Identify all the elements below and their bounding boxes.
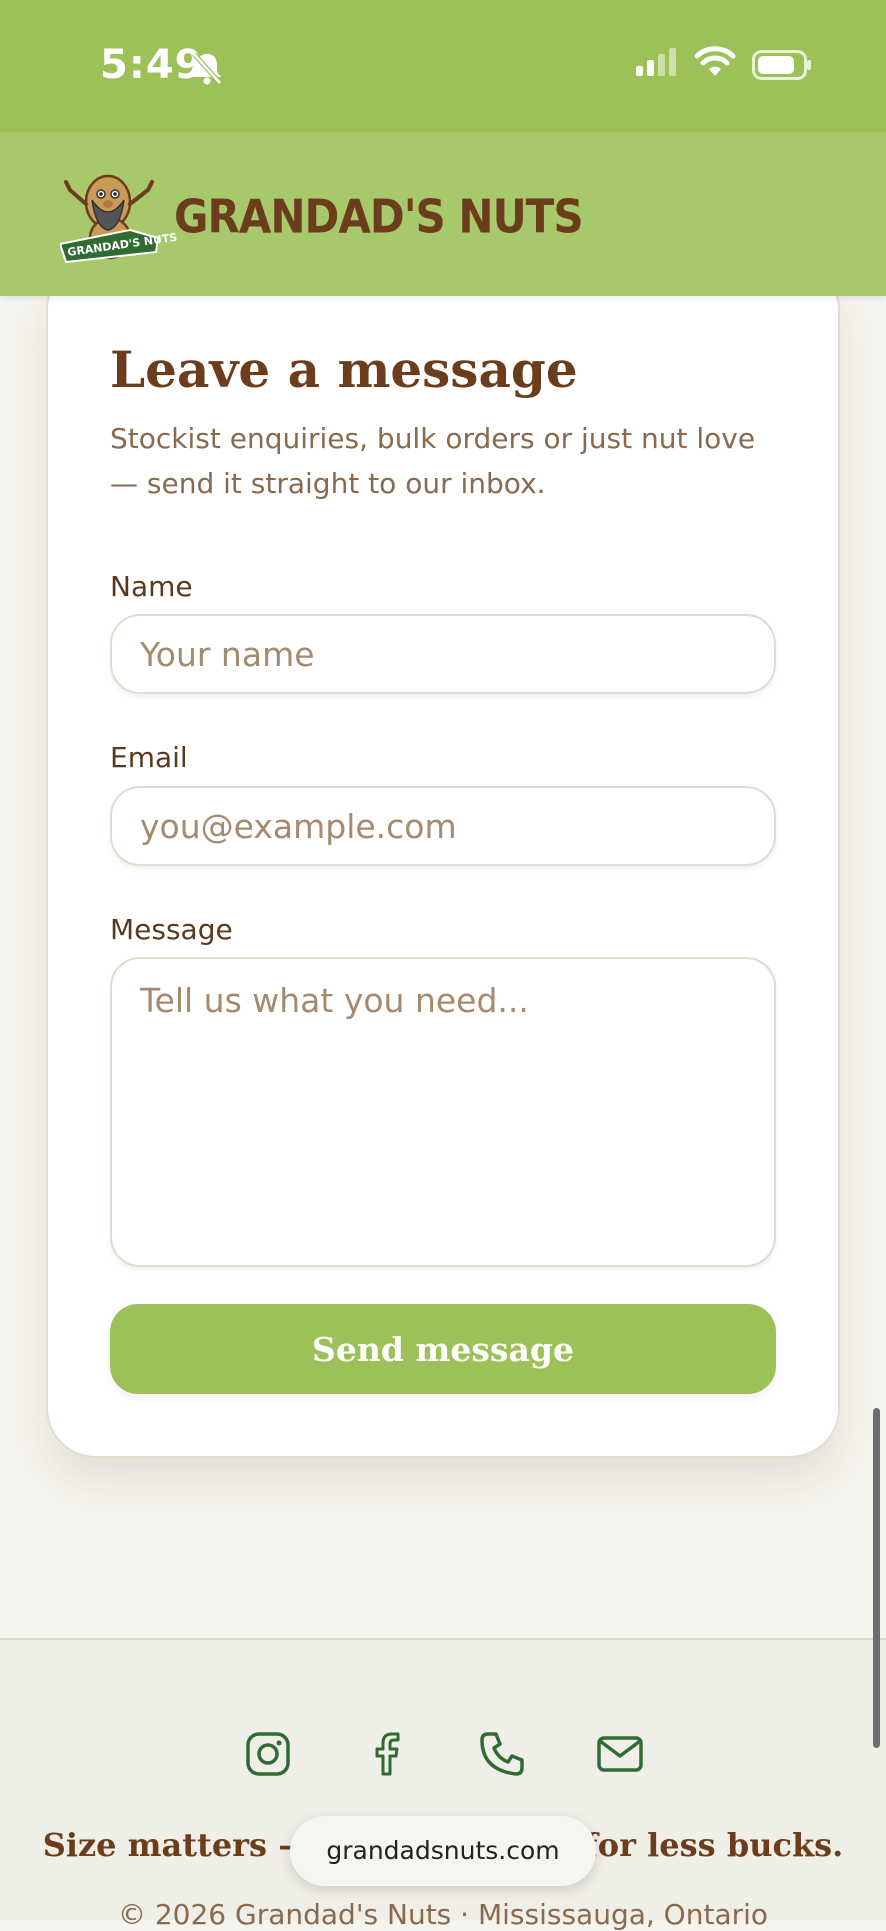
- browser-url-bar[interactable]: grandadsnuts.com: [290, 1816, 596, 1886]
- form-title: Leave a message: [110, 340, 578, 399]
- signal-icon: [636, 48, 676, 76]
- battery-icon: [752, 50, 811, 80]
- scrollbar[interactable]: [873, 1408, 880, 1748]
- grandad-peanut-logo[interactable]: GRANDAD'S NUTS: [60, 160, 190, 270]
- status-time: 5:49: [100, 42, 204, 88]
- message-label: Message: [110, 913, 233, 946]
- site-header: GRANDAD'S NUTS GRANDAD'S NUTS: [0, 132, 886, 296]
- footer-copyright: © 2026 Grandad's Nuts · Mississauga, Ont…: [117, 1898, 769, 1931]
- bell-muted-icon: [192, 52, 222, 85]
- send-message-button[interactable]: Send message: [110, 1304, 776, 1394]
- name-label: Name: [110, 570, 193, 603]
- message-textarea[interactable]: [110, 957, 776, 1267]
- phone-icon[interactable]: [478, 1730, 526, 1778]
- email-input[interactable]: [110, 786, 776, 866]
- email-label: Email: [110, 741, 188, 774]
- brand-name[interactable]: GRANDAD'S NUTS: [174, 190, 584, 244]
- form-subtitle: Stockist enquiries, bulk orders or just …: [110, 422, 756, 500]
- status-bar: 5:49: [0, 0, 886, 132]
- name-input[interactable]: [110, 614, 776, 694]
- wifi-icon: [694, 46, 736, 76]
- facebook-icon[interactable]: [362, 1730, 410, 1778]
- instagram-icon[interactable]: [244, 1730, 292, 1778]
- mail-icon[interactable]: [596, 1730, 644, 1778]
